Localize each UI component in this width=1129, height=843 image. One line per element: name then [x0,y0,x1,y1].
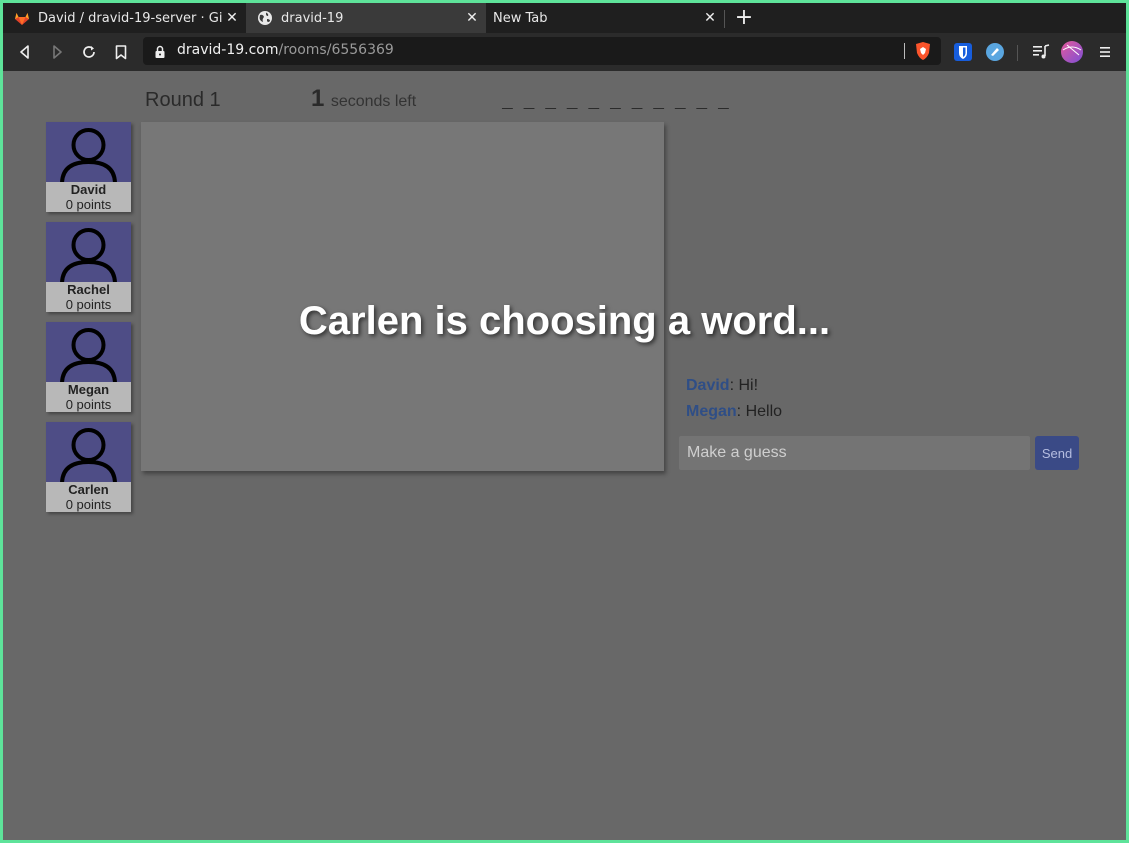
close-tab-icon[interactable]: ✕ [462,10,482,26]
back-icon [20,45,29,59]
menu-icon[interactable] [1096,43,1114,61]
lock-icon [154,44,166,63]
chat-text: : Hi! [729,377,759,394]
url-path: /rooms/6556369 [278,42,394,58]
user-icon [46,422,131,482]
toolbar-divider [1017,45,1018,61]
drawing-canvas[interactable] [141,122,664,471]
player-points: 0 points [65,497,112,512]
round-label: Round 1 [145,89,221,111]
back-button[interactable] [15,42,35,62]
player-card: David 0 points [46,122,131,212]
gitlab-icon [14,10,30,26]
chat-author: Megan [686,403,737,420]
globe-icon [257,10,273,26]
player-name: Rachel [67,282,110,297]
chat-message: Megan: Hello [686,402,782,428]
guess-input[interactable]: Make a guess [679,436,1030,470]
url-divider [904,43,905,59]
bookmark-button[interactable] [111,42,131,62]
word-blanks: _ _ _ _ _ _ _ _ _ _ _ [502,93,729,113]
player-points: 0 points [65,197,112,212]
player-name: David [70,182,107,197]
tab-strip: David / dravid-19-server · GitLab ✕ drav… [3,3,1126,33]
overlay-message: Carlen is choosing a word... [298,299,831,343]
player-points: 0 points [65,397,112,412]
browser-window: David / dravid-19-server · GitLab ✕ drav… [3,3,1126,840]
tab-new[interactable]: New Tab ✕ [486,3,724,33]
close-tab-icon[interactable]: ✕ [700,10,720,26]
forward-button[interactable] [47,42,67,62]
send-button[interactable]: Send [1035,436,1079,470]
tab-gitlab[interactable]: David / dravid-19-server · GitLab ✕ [3,3,246,33]
chat-author: David [686,377,730,394]
url-domain: dravid-19.com [177,42,279,58]
tab-title: David / dravid-19-server · GitLab [38,10,222,26]
tag-extension-icon[interactable] [986,43,1004,61]
chat-log: David: Hi! Megan: Hello [686,376,782,428]
user-icon [46,122,131,182]
chat-text: : Hello [736,403,783,420]
tab-title: dravid-19 [281,10,344,26]
player-name: Carlen [68,482,109,497]
user-icon [46,222,131,282]
bookmark-icon [115,44,127,59]
tab-divider [724,10,725,28]
address-bar[interactable]: dravid-19.com/rooms/6556369 [143,37,941,65]
game-page: Round 1 1 seconds left _ _ _ _ _ _ _ _ _… [3,71,1126,840]
timer-value: 1 [311,85,325,112]
reload-icon [83,46,95,58]
brave-shields-icon[interactable] [914,41,932,65]
close-tab-icon[interactable]: ✕ [222,10,242,26]
browser-toolbar: dravid-19.com/rooms/6556369 [3,33,1126,71]
forward-icon [53,45,62,59]
url-text[interactable]: dravid-19.com/rooms/6556369 [177,42,394,58]
profile-avatar[interactable] [1061,41,1083,63]
tab-title: New Tab [493,10,548,26]
timer: 1 seconds left [311,85,416,113]
player-name: Megan [67,382,110,397]
new-tab-button[interactable]: + [732,6,756,30]
player-card: Carlen 0 points [46,422,131,512]
timer-suffix: seconds left [330,93,417,110]
media-playlist-icon[interactable] [1032,43,1050,61]
reload-button[interactable] [79,42,99,62]
bitwarden-icon[interactable] [954,43,972,61]
tab-dravid[interactable]: dravid-19 ✕ [246,3,486,33]
chat-message: David: Hi! [686,376,782,402]
